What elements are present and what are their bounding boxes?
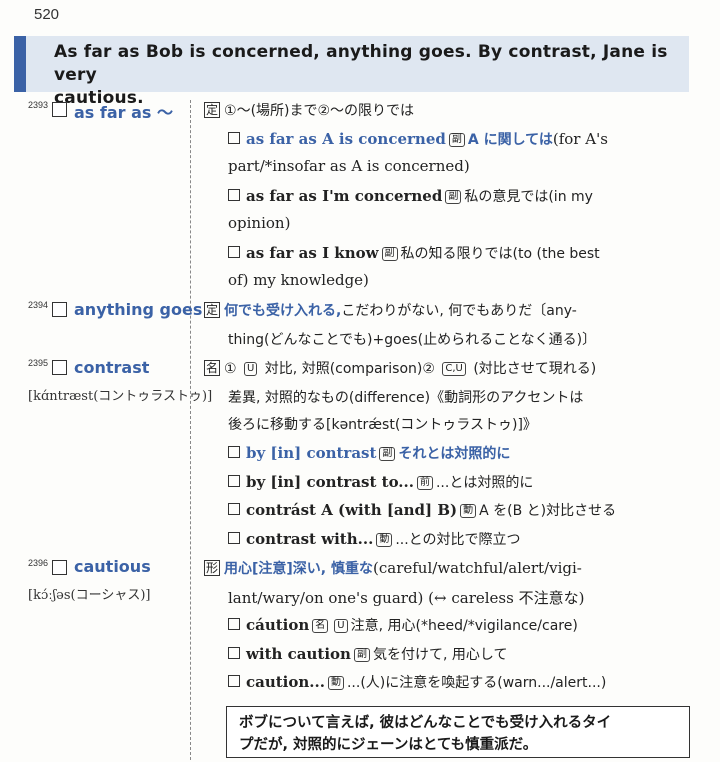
phrase: as far as I know [246,244,379,262]
pos-tag: 副 [448,133,465,147]
definition-line: 形用心[注意]深い, 慎重な(careful/watchful/alert/vi… [204,559,582,577]
headword: as far as 〜 [74,103,174,122]
translation-box: ボブについて言えば, 彼はどんなことでも受け入れるタイ プだが, 対照的にジェー… [226,706,690,758]
headword: contrast [74,358,150,377]
pos-label: 形 [204,560,221,576]
pronunciation: [kɔ́ːʃəs(コーシャス)] [28,588,151,603]
phrase: by [in] contrast to... [246,473,414,491]
phrase-line: as far as I know 副私の知る限りでは(to (the best [228,243,600,263]
phrase-continuation: part/*insofar as A is concerned) [228,157,470,175]
phrase-line: by [in] contrast 副それとは対照的に [228,443,510,463]
pos-tag: 副 [445,190,462,204]
phrase-line: caution... 動 ...(人)に注意を喚起する(warn.../alert.… [228,672,606,692]
phrase: contrast with... [246,530,374,548]
column-divider [190,100,191,760]
definition-line: 名① U 対比, 対照(comparison)② C,U (対比させて現れる) [204,360,597,377]
phrase-line: cáution 名 U 注意, 用心(*heed/*vigilance/care) [228,615,578,635]
meaning: 私の意見では(in my [464,189,593,205]
page-number: 520 [34,6,60,23]
entry-number: 2395 [28,358,49,368]
pos-label: 名 [204,360,221,376]
study-checkbox[interactable] [52,102,67,117]
definition-line: 定 ①〜(場所)まで②〜の限りでは [204,102,415,119]
meaning: それとは対照的に [398,446,511,462]
meaning: A を(B と)対比させる [479,503,617,519]
headword: anything goes [74,300,203,319]
example-sentence-line-1: As far as Bob is concerned, anything goe… [54,42,668,85]
pronunciation: [kɑ́ntræst(コントゥラストゥ)] [28,389,213,404]
entry-number: 2396 [28,558,49,568]
phrase: caution... [246,673,325,691]
pos-label: 定 [204,102,221,118]
pos-tag: 副 [379,447,396,461]
meaning: ...(人)に注意を喚起する(warn.../alert...) [346,675,607,691]
definition-line: 定何でも受け入れる,こだわりがない, 何でもありだ〔any- [204,302,577,319]
phrase: by [in] contrast [246,444,377,462]
phrase-line: by [in] contrast to... 前 ...とは対照的に [228,472,533,492]
meaning: ...とは対照的に [435,475,534,491]
phrase-checkbox[interactable] [228,446,240,458]
phrase-checkbox[interactable] [228,475,240,487]
pos-tag: 動 [460,504,477,518]
pos-tag: 動 [327,676,344,690]
phrase: with caution [246,645,351,663]
phrase-checkbox[interactable] [228,618,240,630]
study-checkbox[interactable] [52,360,67,375]
uncountable-tag: U [334,619,348,633]
definition-continuation: thing(どんなことでも)+goes(止められることなく通る)〕 [228,332,597,348]
headword: cautious [74,557,151,576]
uncountable-tag: U [244,362,258,376]
phrase-line: contrast with... 動 ...との対比で際立つ [228,529,521,549]
pos-tag: 副 [353,648,370,662]
study-checkbox[interactable] [52,302,67,317]
phrase: contrást A (with [and] B) [246,501,458,519]
meaning: ...との対比で際立つ [395,532,521,548]
phrase-line: as far as A is concerned 副 A に関しては(for A's [228,129,608,149]
definition-continuation: lant/wary/on one's guard) (↔ careless 不注… [228,589,585,607]
definition-continuation: 差異, 対照的なもの(difference)《動詞形のアクセントは [228,390,584,406]
pos-tag: 動 [376,533,393,547]
phrase-continuation: opinion) [228,214,291,232]
meaning: 私の知る限りでは(to (the best [400,246,600,262]
study-checkbox[interactable] [52,560,67,575]
banner-accent-bar [14,36,26,92]
phrase: as far as A is concerned [246,130,446,148]
entry-number: 2394 [28,300,49,310]
phrase: cáution [246,616,310,634]
phrase-checkbox[interactable] [228,503,240,515]
pos-tag: 名 [312,619,329,633]
phrase-checkbox[interactable] [228,246,240,258]
phrase-line: with caution 副気を付けて, 用心して [228,644,507,664]
translation-line-2: プだが, 対照的にジェーンはとても慎重派だ。 [239,737,538,753]
translation-line-1: ボブについて言えば, 彼はどんなことでも受け入れるタイ [239,715,612,731]
meaning: 注意, 用心(*heed/*vigilance/care) [350,618,578,634]
phrase-checkbox[interactable] [228,675,240,687]
meaning: A に関しては [467,132,553,148]
phrase-checkbox[interactable] [228,132,240,144]
definition-continuation: 後ろに移動する[kəntrǽst(コントゥラストゥ)]》 [228,417,537,433]
phrase: as far as I'm concerned [246,187,443,205]
phrase-continuation: of) my knowledge) [228,271,369,289]
phrase-checkbox[interactable] [228,532,240,544]
phrase-checkbox[interactable] [228,189,240,201]
entry-number: 2393 [28,100,49,110]
countable-uncountable-tag: C,U [442,362,466,376]
pos-label: 定 [204,302,221,318]
meaning: 気を付けて, 用心して [372,647,508,663]
phrase-checkbox[interactable] [228,647,240,659]
pos-tag: 副 [381,247,398,261]
pos-tag: 前 [416,476,433,490]
phrase-line: contrást A (with [and] B) 動 A を(B と)対比させる [228,500,616,520]
phrase-line: as far as I'm concerned 副私の意見では(in my [228,186,593,206]
